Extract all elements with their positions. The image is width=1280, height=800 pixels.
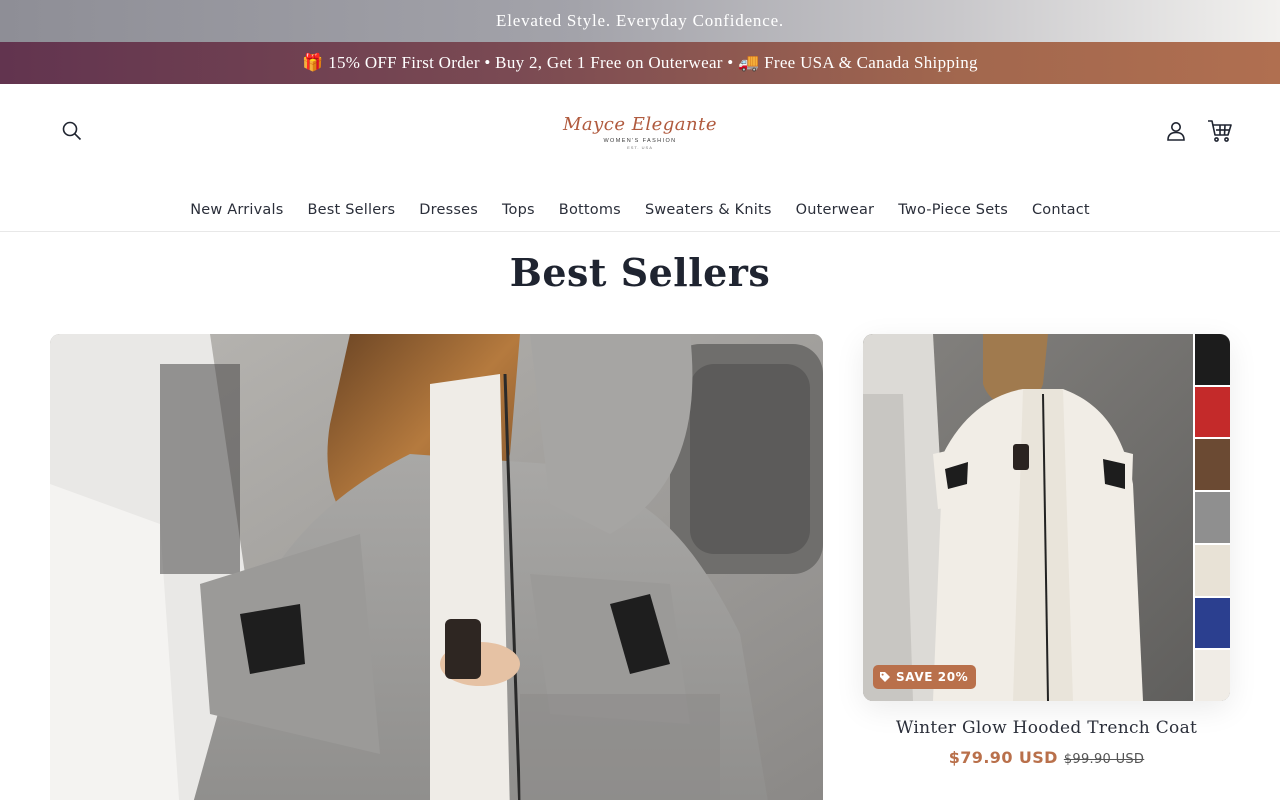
- nav-item-bottoms[interactable]: Bottoms: [559, 202, 621, 218]
- nav-item-two-piece-sets[interactable]: Two-Piece Sets: [898, 202, 1008, 218]
- product-card[interactable]: SAVE 20% Winter Glow Hooded Trench Coat …: [863, 334, 1230, 800]
- nav-item-best-sellers[interactable]: Best Sellers: [308, 202, 396, 218]
- product-title[interactable]: Winter Glow Hooded Trench Coat: [863, 718, 1230, 738]
- product-image[interactable]: [863, 334, 1230, 701]
- swatch-red: [1195, 386, 1230, 438]
- sale-price: $79.90 USD: [948, 748, 1058, 767]
- nav-item-sweaters-knits[interactable]: Sweaters & Knits: [645, 202, 772, 218]
- nav-item-contact[interactable]: Contact: [1032, 202, 1090, 218]
- search-button[interactable]: [58, 117, 86, 145]
- nav-item-outerwear[interactable]: Outerwear: [796, 202, 875, 218]
- swatch-brown: [1195, 439, 1230, 491]
- logo-est: EST. USA: [627, 145, 653, 150]
- sale-badge-label: SAVE 20%: [896, 670, 969, 684]
- announcement-tagline: Elevated Style. Everyday Confidence.: [496, 11, 784, 30]
- announcement-tagline-bar: Elevated Style. Everyday Confidence.: [0, 0, 1280, 42]
- product-photo-illustration: [863, 334, 1230, 701]
- search-icon: [62, 121, 82, 141]
- main-nav: New Arrivals Best Sellers Dresses Tops B…: [0, 198, 1280, 222]
- cart-button[interactable]: [1206, 117, 1234, 145]
- swatch-beige: [1195, 544, 1230, 596]
- logo-script: Mayce Elegante: [562, 114, 718, 135]
- swatch-blue: [1195, 597, 1230, 649]
- announcement-promo[interactable]: 🎁 15% OFF First Order • Buy 2, Get 1 Fre…: [302, 53, 978, 73]
- color-swatch-strip: [1195, 334, 1230, 701]
- nav-item-new-arrivals[interactable]: New Arrivals: [190, 202, 283, 218]
- nav-item-dresses[interactable]: Dresses: [419, 202, 478, 218]
- swatch-black: [1195, 334, 1230, 385]
- cart-icon: [1208, 120, 1232, 142]
- nav-item-tops[interactable]: Tops: [502, 202, 535, 218]
- account-icon: [1167, 122, 1185, 141]
- swatch-gray: [1195, 492, 1230, 543]
- compare-price: $99.90 USD: [1063, 752, 1145, 767]
- featured-product-image[interactable]: [50, 334, 823, 800]
- featured-photo-illustration: [50, 334, 823, 800]
- price-row: $79.90 USD $99.90 USD: [863, 748, 1230, 767]
- tag-icon: [880, 672, 890, 682]
- logo-subtitle: WOMEN'S FASHION: [603, 138, 677, 144]
- account-button[interactable]: [1162, 117, 1190, 145]
- announcement-promo-bar[interactable]: 🎁 15% OFF First Order • Buy 2, Get 1 Fre…: [0, 42, 1280, 84]
- sale-badge: SAVE 20%: [873, 665, 977, 689]
- logo[interactable]: Mayce Elegante WOMEN'S FASHION EST. USA: [560, 104, 720, 160]
- site-header: Mayce Elegante WOMEN'S FASHION EST. USA …: [0, 84, 1280, 232]
- swatch-white: [1195, 650, 1230, 701]
- section-title: Best Sellers: [509, 250, 771, 295]
